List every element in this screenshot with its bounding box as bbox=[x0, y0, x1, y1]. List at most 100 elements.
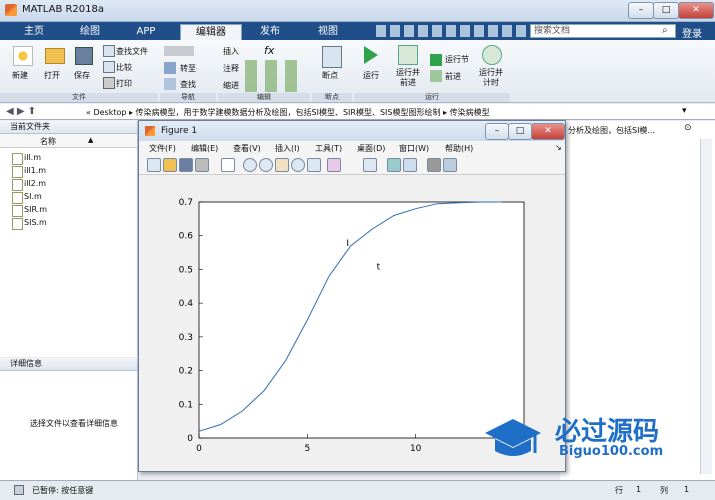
breakpoint-button[interactable]: 断点 bbox=[322, 70, 338, 81]
figure-close-button[interactable]: ✕ bbox=[531, 123, 565, 140]
menu-insert[interactable]: 插入(I) bbox=[275, 143, 300, 154]
edit-icons[interactable] bbox=[245, 60, 305, 92]
save-button[interactable]: 保存 bbox=[74, 70, 90, 81]
pointer-icon[interactable] bbox=[221, 158, 235, 172]
tab-plots[interactable]: 绘图 bbox=[70, 24, 110, 40]
find-icon[interactable] bbox=[164, 78, 176, 90]
m-file-icon bbox=[12, 205, 23, 217]
run-time-button[interactable]: 运行并 计时 bbox=[479, 68, 503, 88]
colorbar-icon[interactable] bbox=[387, 158, 401, 172]
panel-scrollbar[interactable] bbox=[700, 139, 712, 474]
zoom-out-icon[interactable] bbox=[259, 158, 273, 172]
print-button[interactable]: 打印 bbox=[116, 78, 132, 89]
tab-view[interactable]: 视图 bbox=[306, 24, 350, 40]
pan-icon[interactable] bbox=[275, 158, 289, 172]
run-section-icon[interactable] bbox=[430, 54, 442, 66]
breadcrumb[interactable]: « Desktop ▸ 传染病模型，用于数学建模数据分析及绘图，包括SI模型、S… bbox=[86, 107, 490, 118]
open-icon[interactable] bbox=[163, 158, 177, 172]
menu-tools[interactable]: 工具(T) bbox=[315, 143, 342, 154]
menu-view[interactable]: 查看(V) bbox=[233, 143, 261, 154]
menu-desktop[interactable]: 桌面(D) bbox=[357, 143, 385, 154]
menu-edit[interactable]: 编辑(E) bbox=[191, 143, 218, 154]
file-item[interactable]: ill2.m bbox=[12, 178, 46, 191]
run-advance-button[interactable]: 运行并 前进 bbox=[396, 68, 420, 88]
tab-apps[interactable]: APP bbox=[126, 24, 166, 40]
insert-button[interactable]: 插入 bbox=[223, 46, 239, 57]
print-icon[interactable] bbox=[103, 77, 115, 89]
zoom-in-icon[interactable] bbox=[243, 158, 257, 172]
brush-icon[interactable] bbox=[327, 158, 341, 172]
run-icon[interactable] bbox=[364, 46, 378, 64]
login-link[interactable]: 登录 bbox=[682, 25, 702, 40]
status-bar: 已暂停: 按任意键 行 1 列 1 bbox=[0, 480, 715, 500]
tab-home[interactable]: 主页 bbox=[14, 24, 54, 40]
open-button[interactable]: 打开 bbox=[44, 70, 60, 81]
figure-maximize-button[interactable]: □ bbox=[508, 123, 532, 140]
new-figure-icon[interactable] bbox=[147, 158, 161, 172]
menu-window[interactable]: 窗口(W) bbox=[399, 143, 429, 154]
file-item[interactable]: ill.m bbox=[12, 152, 41, 165]
column-header[interactable]: 名称 ▲ bbox=[0, 134, 137, 148]
compare-button[interactable]: 比较 bbox=[116, 62, 132, 73]
goto-icon[interactable] bbox=[164, 62, 176, 74]
dock-arrow-icon[interactable]: ↘ bbox=[555, 143, 562, 152]
figure-icon bbox=[145, 126, 155, 136]
search-icon[interactable]: ⌕ bbox=[662, 25, 668, 36]
figure-title-bar[interactable]: Figure 1 – □ ✕ bbox=[139, 121, 565, 141]
save-icon[interactable] bbox=[179, 158, 193, 172]
graduation-cap-icon bbox=[485, 419, 541, 456]
run-section-button[interactable]: 运行节 bbox=[445, 54, 469, 65]
m-file-icon bbox=[12, 153, 23, 165]
figure-minimize-button[interactable]: – bbox=[485, 123, 509, 140]
hide-tools-icon[interactable] bbox=[427, 158, 441, 172]
goto-button[interactable]: 转至 bbox=[180, 63, 196, 74]
data-cursor-icon[interactable] bbox=[307, 158, 321, 172]
file-item[interactable]: SIR.m bbox=[12, 204, 47, 217]
close-button[interactable]: ✕ bbox=[678, 2, 714, 19]
find-button[interactable]: 查找 bbox=[180, 79, 196, 90]
link-plot-icon[interactable] bbox=[363, 158, 377, 172]
file-item[interactable]: ill1.m bbox=[12, 165, 46, 178]
indent-button[interactable]: 缩进 bbox=[223, 80, 239, 91]
open-folder-icon[interactable] bbox=[45, 48, 65, 64]
run-time-icon[interactable] bbox=[482, 45, 502, 65]
show-tools-icon[interactable] bbox=[443, 158, 457, 172]
nav-arrows-icon[interactable]: ◀ ▶ ⬆ bbox=[6, 106, 36, 117]
address-bar[interactable]: ◀ ▶ ⬆ « Desktop ▸ 传染病模型，用于数学建模数据分析及绘图，包括… bbox=[0, 104, 715, 120]
legend-icon[interactable] bbox=[403, 158, 417, 172]
figure-menu-bar: 文件(F) 编辑(E) 查看(V) 插入(I) 工具(T) 桌面(D) 窗口(W… bbox=[139, 141, 565, 155]
watermark-logo: 必过源码 Biguo100.com bbox=[483, 409, 683, 469]
advance-icon[interactable] bbox=[430, 70, 442, 82]
file-item[interactable]: SI.m bbox=[12, 191, 42, 204]
back-forward-icon[interactable] bbox=[164, 46, 194, 56]
minimize-button[interactable]: – bbox=[628, 2, 654, 19]
menu-file[interactable]: 文件(F) bbox=[149, 143, 176, 154]
advance-button[interactable]: 前进 bbox=[445, 71, 461, 82]
rotate-icon[interactable] bbox=[291, 158, 305, 172]
run-button[interactable]: 运行 bbox=[363, 70, 379, 81]
address-dropdown-icon[interactable]: ▾ bbox=[682, 106, 687, 116]
fx-icon[interactable]: fx bbox=[264, 44, 274, 57]
ribbon-tabs: 主页 绘图 APP 编辑器 发布 视图 搜索文档 ⌕ 登录 bbox=[0, 22, 715, 41]
menu-help[interactable]: 帮助(H) bbox=[445, 143, 473, 154]
comment-button[interactable]: 注释 bbox=[223, 63, 239, 74]
run-advance-icon[interactable] bbox=[398, 45, 418, 65]
print-icon[interactable] bbox=[195, 158, 209, 172]
new-icon[interactable] bbox=[13, 46, 33, 66]
figure-title: Figure 1 bbox=[161, 126, 198, 136]
panel-menu-icon[interactable]: ⊙ bbox=[684, 123, 692, 133]
maximize-button[interactable]: □ bbox=[653, 2, 679, 19]
find-file-button[interactable]: 查找文件 bbox=[116, 46, 148, 57]
compare-icon[interactable] bbox=[103, 61, 115, 73]
toolbar-quick-icons[interactable] bbox=[376, 25, 526, 37]
figure-toolbar bbox=[139, 155, 565, 175]
breakpoint-icon[interactable] bbox=[322, 46, 342, 68]
tab-editor[interactable]: 编辑器 bbox=[180, 24, 242, 41]
file-item[interactable]: SIS.m bbox=[12, 217, 47, 230]
save-icon[interactable] bbox=[75, 47, 93, 65]
tab-publish[interactable]: 发布 bbox=[248, 24, 292, 40]
run-group-label: 运行 bbox=[354, 93, 510, 102]
find-file-icon[interactable] bbox=[103, 45, 115, 57]
new-button[interactable]: 新建 bbox=[12, 70, 28, 81]
search-input[interactable]: 搜索文档 bbox=[530, 24, 676, 38]
